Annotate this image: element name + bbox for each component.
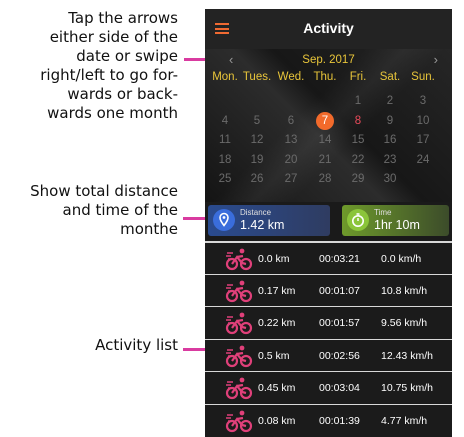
activity-speed: 9.56 km/h (381, 317, 428, 329)
calendar[interactable]: ‹ Sep. 2017 › Mon. Tues. Wed. Thu. Fri. Sat. S… (205, 49, 452, 202)
annotation-line: date or swipe (76, 47, 178, 65)
calendar-day[interactable]: 14 (315, 132, 335, 148)
distance-label: Distance (240, 208, 272, 217)
activity-row[interactable]: 0.45 km 00:03:04 10.75 km/h (205, 371, 452, 404)
chevron-right-icon[interactable]: › (434, 52, 438, 68)
calendar-day[interactable]: 15 (348, 132, 368, 148)
annotation-line: and time of the (62, 201, 179, 219)
calendar-day[interactable]: 9 (380, 113, 400, 129)
calendar-day[interactable]: 25 (215, 171, 235, 187)
activity-duration: 00:01:39 (319, 414, 360, 427)
weekday-label: Wed. (277, 71, 305, 83)
stopwatch-icon (347, 209, 369, 231)
calendar-day[interactable]: 20 (281, 152, 301, 168)
time-value: 1hr 10m (374, 218, 420, 232)
cycling-icon (225, 344, 253, 368)
calendar-day[interactable]: 19 (247, 152, 267, 168)
activity-speed: 4.77 km/h (381, 414, 428, 427)
cycling-icon (225, 409, 253, 433)
calendar-day[interactable]: 16 (380, 132, 400, 148)
annotation-line: Show total distance (30, 182, 178, 200)
calendar-day[interactable]: 23 (380, 152, 400, 168)
activity-speed: 10.75 km/h (381, 382, 433, 394)
activity-speed: 0.0 km/h (381, 253, 422, 265)
activity-distance: 0.17 km (258, 284, 296, 297)
weekday-label: Thu. (313, 71, 337, 83)
activity-list: 0.0 km 00:03:21 0.0 km/h 0.17 km 00:01:07 10.… (205, 241, 452, 436)
weekday-label: Fri. (349, 71, 367, 83)
activity-speed: 10.8 km/h (381, 284, 428, 297)
activity-distance: 0.5 km (258, 349, 290, 362)
activity-distance: 0.08 km (258, 414, 296, 427)
annotation-line: either side of the (49, 28, 178, 46)
calendar-day[interactable]: 30 (380, 171, 400, 187)
time-summary: Time 1hr 10m (342, 205, 449, 236)
activity-duration: 00:02:56 (319, 349, 360, 362)
app-title: Activity (303, 20, 354, 36)
calendar-day[interactable]: 1 (348, 93, 368, 109)
calendar-day[interactable]: 24 (413, 152, 433, 168)
cycling-icon (225, 376, 253, 400)
weekday-header: Mon. Tues. Wed. Thu. Fri. Sat. Sun. (205, 69, 452, 85)
weekday-label: Sun. (411, 71, 435, 83)
calendar-day[interactable]: 12 (247, 132, 267, 148)
activity-duration: 00:03:21 (319, 253, 360, 265)
weekday-label: Sat. (379, 71, 401, 83)
weekday-label: Mon. (212, 71, 238, 83)
cycling-icon (225, 311, 253, 335)
calendar-day[interactable]: 10 (413, 113, 433, 129)
calendar-day[interactable]: 4 (215, 113, 235, 129)
annotation-line: Tap the arrows (68, 9, 178, 27)
activity-row[interactable]: 0.0 km 00:03:21 0.0 km/h (205, 241, 452, 274)
month-label: Sep. 2017 (302, 54, 355, 66)
activity-distance: 0.22 km (258, 317, 296, 329)
calendar-day[interactable]: 13 (281, 132, 301, 148)
calendar-day[interactable]: 29 (348, 171, 368, 187)
calendar-day[interactable]: 3 (413, 93, 433, 109)
calendar-day[interactable]: 28 (315, 171, 335, 187)
calendar-day[interactable]: 18 (215, 152, 235, 168)
activity-row[interactable]: 0.17 km 00:01:07 10.8 km/h (205, 273, 452, 306)
annotation-totals: Show total distance and time of the mont… (30, 182, 178, 239)
month-navigation: ‹ Sep. 2017 › (205, 52, 452, 68)
calendar-day[interactable]: 22 (348, 152, 368, 168)
cycling-icon (225, 279, 253, 303)
calendar-day[interactable]: 21 (315, 152, 335, 168)
distance-summary: Distance 1.42 km (208, 205, 330, 236)
calendar-day[interactable]: 6 (281, 113, 301, 129)
activity-duration: 00:01:57 (319, 317, 360, 329)
calendar-day[interactable]: 2 (380, 93, 400, 109)
activity-row[interactable]: 0.5 km 00:02:56 12.43 km/h (205, 338, 452, 371)
weekday-label: Tues. (242, 71, 272, 83)
activity-duration: 00:01:07 (319, 284, 360, 297)
activity-duration: 00:03:04 (319, 382, 360, 394)
activity-speed: 12.43 km/h (381, 349, 433, 362)
activity-distance: 0.45 km (258, 382, 296, 394)
annotation-line: wards one month (47, 104, 178, 122)
phone-screen: Activity ‹ Sep. 2017 › Mon. Tues. Wed. Thu.… (205, 9, 452, 437)
calendar-day-selected[interactable]: 7 (315, 111, 335, 130)
activity-row[interactable]: 0.22 km 00:01:57 9.56 km/h (205, 306, 452, 339)
calendar-day[interactable]: 27 (281, 171, 301, 187)
distance-value: 1.42 km (240, 218, 285, 232)
calendar-day[interactable]: 11 (215, 132, 235, 148)
calendar-day[interactable]: 26 (247, 171, 267, 187)
annotation-activity-list: Activity list (95, 336, 178, 355)
annotation-month-navigation: Tap the arrows either side of the date o… (40, 9, 178, 123)
activity-row[interactable]: 0.08 km 00:01:39 4.77 km/h (205, 403, 452, 436)
annotation-line: monthe (120, 220, 178, 238)
calendar-day[interactable]: 5 (247, 113, 267, 129)
annotation-line: wards or back- (67, 85, 178, 103)
annotation-line: right/left to go for- (40, 66, 178, 84)
location-pin-icon (213, 209, 235, 231)
calendar-day[interactable]: 8 (348, 113, 368, 129)
calendar-day[interactable]: 17 (413, 132, 433, 148)
time-label: Time (374, 208, 392, 217)
app-bar: Activity (205, 9, 452, 49)
annotation-line: Activity list (95, 336, 178, 354)
activity-distance: 0.0 km (258, 253, 290, 265)
month-summary: Distance 1.42 km Time 1hr 10m (205, 202, 452, 240)
cycling-icon (225, 247, 253, 271)
